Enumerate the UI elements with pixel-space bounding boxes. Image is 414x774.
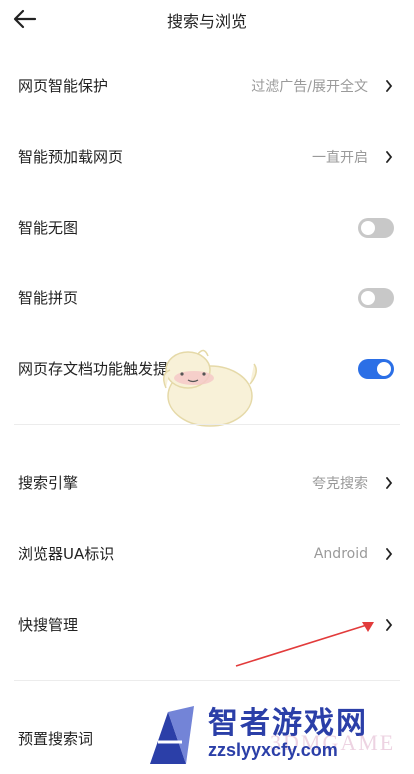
watermark-url: zzslyyxcfy.com xyxy=(208,740,338,760)
chevron-right-icon xyxy=(382,618,396,632)
setting-value: 一直开启 xyxy=(312,149,368,166)
section-divider xyxy=(14,424,400,425)
watermark-logo xyxy=(150,706,194,764)
arrow-left-icon xyxy=(13,9,37,29)
no-image-toggle[interactable] xyxy=(358,217,394,238)
back-button[interactable] xyxy=(10,6,40,32)
toggle-knob xyxy=(361,220,375,235)
setting-row-page-merge: 智能拼页 xyxy=(0,262,414,333)
annotation-arrow xyxy=(235,622,374,667)
chevron-right-icon xyxy=(382,150,396,164)
setting-label: 预置搜索词 xyxy=(18,730,94,748)
setting-row-web-protection[interactable]: 网页智能保护 过滤广告/展开全文 xyxy=(0,50,414,121)
toggle-knob xyxy=(377,361,391,376)
chevron-right-icon xyxy=(382,79,396,93)
setting-label: 快搜管理 xyxy=(18,616,79,634)
setting-value: 过滤广告/展开全文 xyxy=(251,78,368,95)
setting-label: 浏览器UA标识 xyxy=(18,545,115,563)
save-doc-prompt-toggle[interactable] xyxy=(358,358,394,379)
page-merge-toggle[interactable] xyxy=(358,287,394,308)
setting-label: 网页智能保护 xyxy=(18,77,109,95)
top-bar: 搜索与浏览 xyxy=(0,0,414,38)
page-title: 搜索与浏览 xyxy=(166,12,247,31)
setting-label: 智能预加载网页 xyxy=(18,148,124,166)
setting-label: 智能无图 xyxy=(18,219,79,237)
setting-label: 智能拼页 xyxy=(18,289,79,307)
toggle-knob xyxy=(361,290,375,305)
setting-row-search-engine[interactable]: 搜索引擎 夸克搜索 xyxy=(0,447,414,518)
setting-row-ua[interactable]: 浏览器UA标识 Android xyxy=(0,518,414,589)
chevron-right-icon xyxy=(382,547,396,561)
setting-label: 搜索引擎 xyxy=(18,474,79,492)
chevron-right-icon xyxy=(382,476,396,490)
setting-row-no-image: 智能无图 xyxy=(0,192,414,263)
setting-value: 夸克搜索 xyxy=(312,475,368,492)
section-divider xyxy=(14,680,400,681)
mascot-sticker xyxy=(163,349,257,427)
setting-value: Android xyxy=(313,545,368,562)
setting-row-preload[interactable]: 智能预加载网页 一直开启 xyxy=(0,121,414,192)
